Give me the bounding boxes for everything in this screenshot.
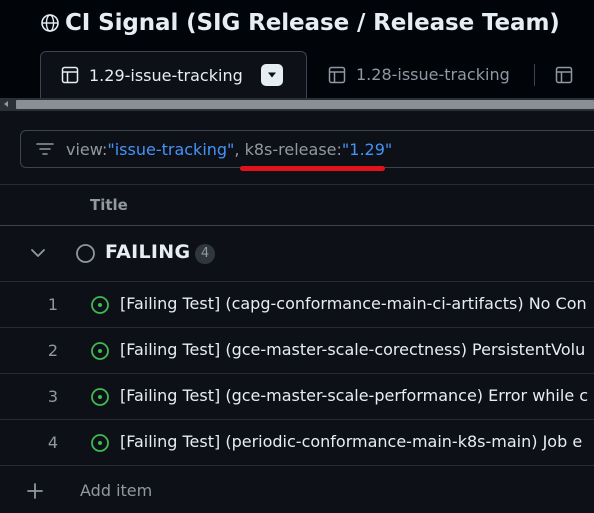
filter-input[interactable]: view: "issue-tracking", k8s-release: "1.29…	[20, 130, 594, 168]
project-title-row: CI Signal (SIG Release / Release Team)	[40, 8, 560, 38]
table-icon	[555, 66, 573, 83]
highlight-underline	[240, 166, 385, 171]
issue-title-link[interactable]: [Failing Test] (gce-master-scale-perform…	[120, 386, 588, 405]
table-header: Title	[0, 184, 594, 226]
tab-next[interactable]	[555, 51, 573, 98]
view-tabs: 1.29-issue-tracking 1.28-issue-tracking	[0, 51, 594, 98]
tab-1-29-issue-tracking[interactable]: 1.29-issue-tracking	[40, 51, 307, 98]
open-issue-icon	[91, 434, 109, 452]
table-row[interactable]: 1 [Failing Test] (capg-conformance-main-…	[0, 282, 594, 328]
open-issue-icon	[91, 342, 109, 360]
triangle-down-icon	[267, 72, 276, 78]
tab-label: 1.28-issue-tracking	[356, 65, 510, 84]
scroll-left-icon[interactable]	[4, 101, 8, 107]
page-title: CI Signal (SIG Release / Release Team)	[65, 10, 560, 36]
chevron-down-icon[interactable]	[30, 247, 46, 259]
open-issue-icon	[91, 296, 109, 314]
circle-icon	[76, 244, 95, 263]
filter-view-key: view:	[66, 139, 108, 159]
row-number: 3	[47, 387, 58, 406]
table-icon	[61, 66, 79, 84]
tab-label: 1.29-issue-tracking	[89, 65, 243, 85]
filter-view-value: "issue-tracking"	[107, 139, 235, 159]
row-number: 4	[47, 433, 58, 452]
issue-title-link[interactable]: [Failing Test] (gce-master-scale-corectn…	[120, 340, 585, 359]
scrollbar-thumb[interactable]	[16, 100, 594, 109]
tab-options-button[interactable]	[260, 64, 283, 86]
open-issue-icon	[91, 388, 109, 406]
filter-release-value: "1.29"	[341, 139, 393, 159]
group-header-failing[interactable]: FAILING 4	[0, 226, 594, 282]
row-number: 1	[47, 295, 58, 314]
table-row[interactable]: 4 [Failing Test] (periodic-conformance-m…	[0, 420, 594, 466]
tab-1-28-issue-tracking[interactable]: 1.28-issue-tracking	[328, 51, 510, 98]
issue-title-link[interactable]: [Failing Test] (capg-conformance-main-ci…	[120, 294, 587, 313]
plus-icon	[27, 483, 43, 499]
table-row[interactable]: 3 [Failing Test] (gce-master-scale-perfo…	[0, 374, 594, 420]
add-item-row[interactable]: Add item	[0, 468, 594, 513]
row-number: 2	[47, 341, 58, 360]
group-name: FAILING	[105, 241, 191, 263]
add-item-button[interactable]: Add item	[80, 481, 152, 500]
tab-divider	[534, 64, 535, 86]
table-icon	[328, 66, 346, 83]
table-row[interactable]: 2 [Failing Test] (gce-master-scale-corec…	[0, 328, 594, 374]
issue-title-link[interactable]: [Failing Test] (periodic-conformance-mai…	[120, 432, 582, 451]
group-count-badge: 4	[195, 244, 215, 264]
filter-release-key: k8s-release:	[244, 139, 342, 159]
project-header: CI Signal (SIG Release / Release Team) 1…	[0, 0, 594, 98]
filter-icon	[36, 143, 54, 155]
column-header-title[interactable]: Title	[90, 196, 128, 214]
globe-icon	[41, 14, 59, 32]
horizontal-scrollbar[interactable]	[0, 98, 594, 111]
